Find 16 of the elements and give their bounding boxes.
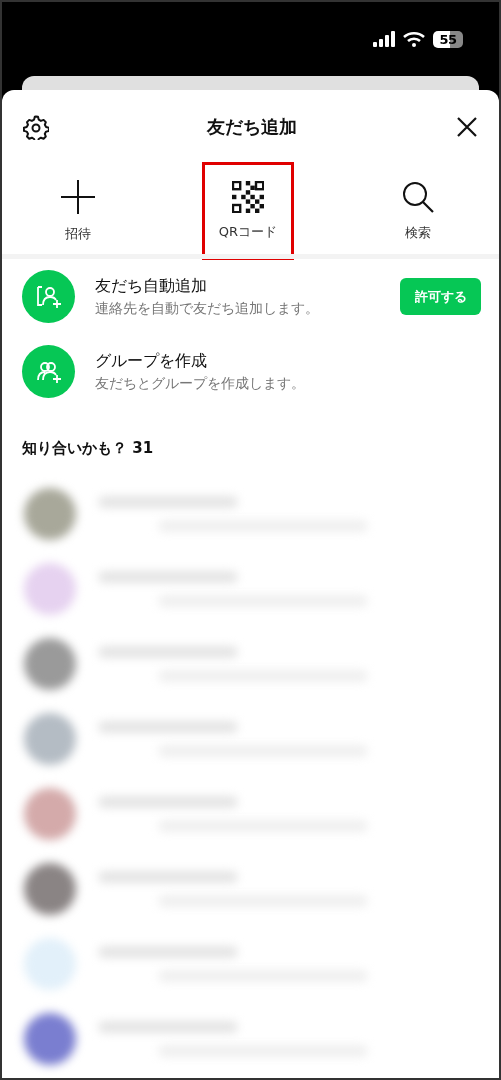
- signal-icon: [373, 31, 395, 47]
- option-title[interactable]: グループを作成: [95, 350, 479, 372]
- wifi-icon: [403, 31, 425, 47]
- action-button[interactable]: 招待: [32, 162, 124, 260]
- option-description: 友だちとグループを作成します。: [95, 374, 306, 393]
- option-description: 連絡先を自動で友だち追加します。: [95, 299, 320, 318]
- header-title: 友だち追加: [207, 115, 297, 139]
- plus-icon: [60, 179, 96, 215]
- settings-icon[interactable]: [23, 114, 49, 140]
- search-icon: [401, 180, 435, 214]
- option-title[interactable]: 友だち自動追加: [95, 275, 380, 297]
- close-icon[interactable]: [455, 115, 479, 139]
- action-button[interactable]: 検索: [372, 162, 464, 260]
- section-title: 知り合いかも？ 31: [21, 438, 155, 459]
- battery-level: 55: [439, 31, 457, 47]
- qr-code-icon: [232, 181, 264, 213]
